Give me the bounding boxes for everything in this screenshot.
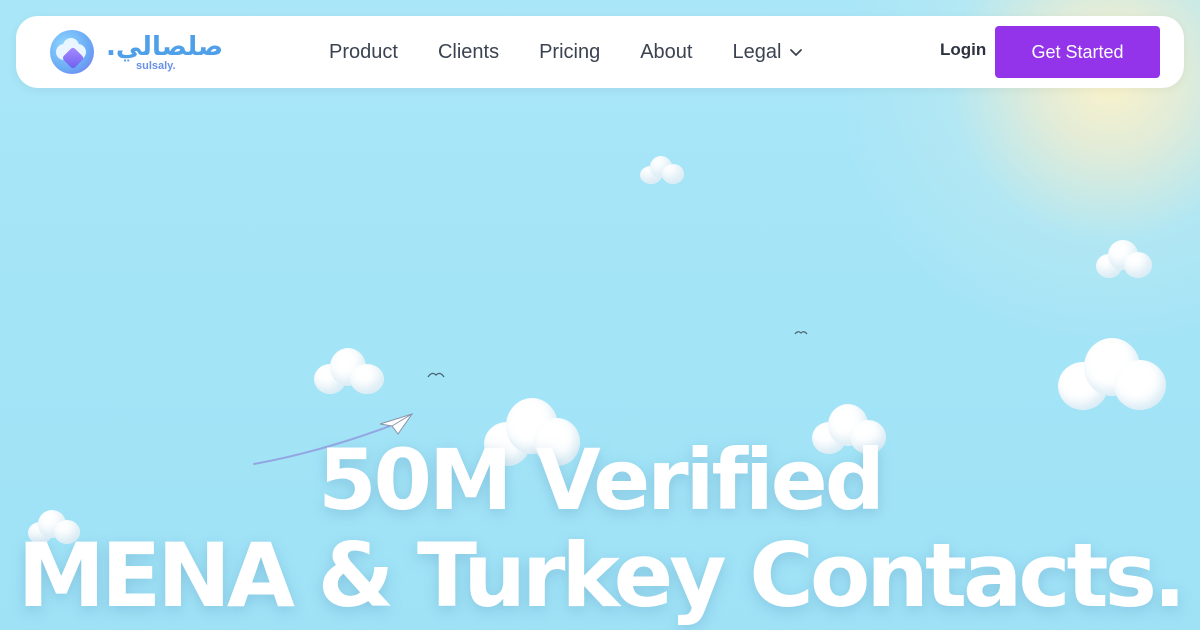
navbar: صلصالي. sulsaly. Product Clients Pricing… [16, 16, 1184, 88]
cloud [314, 348, 384, 396]
nav-item-legal[interactable]: Legal [732, 41, 803, 64]
nav-item-product[interactable]: Product [329, 41, 398, 64]
nav-item-pricing[interactable]: Pricing [539, 41, 600, 64]
bird-icon [794, 331, 808, 335]
nav-item-label: Product [329, 40, 398, 63]
nav-item-about[interactable]: About [640, 41, 692, 64]
hero-headline: 50M Verified MENA & Turkey Contacts. [0, 432, 1200, 624]
bird-icon [427, 372, 445, 378]
brand-name-english: sulsaly. [136, 60, 176, 72]
nav-item-label: Clients [437, 40, 500, 63]
get-started-button[interactable]: Get Started [995, 26, 1160, 78]
main-menu: Product Clients Pricing About Legal [329, 16, 843, 88]
cloud [1058, 338, 1166, 412]
cloud [640, 156, 684, 186]
brand-logo[interactable]: صلصالي. sulsaly. [50, 28, 224, 78]
nav-item-label: Pricing [539, 40, 601, 63]
brand-name-arabic: صلصالي. [106, 32, 224, 62]
nav-item-label: About [640, 40, 693, 63]
logo-cloud-icon [50, 30, 94, 74]
login-link[interactable]: Login [940, 40, 986, 60]
cloud [1096, 240, 1152, 280]
chevron-down-icon [790, 49, 803, 56]
nav-item-label: Legal [732, 40, 782, 63]
headline-line-2: MENA & Turkey Contacts. [17, 524, 1187, 627]
nav-item-clients[interactable]: Clients [438, 41, 499, 64]
headline-line-1: 50M Verified [318, 431, 885, 529]
